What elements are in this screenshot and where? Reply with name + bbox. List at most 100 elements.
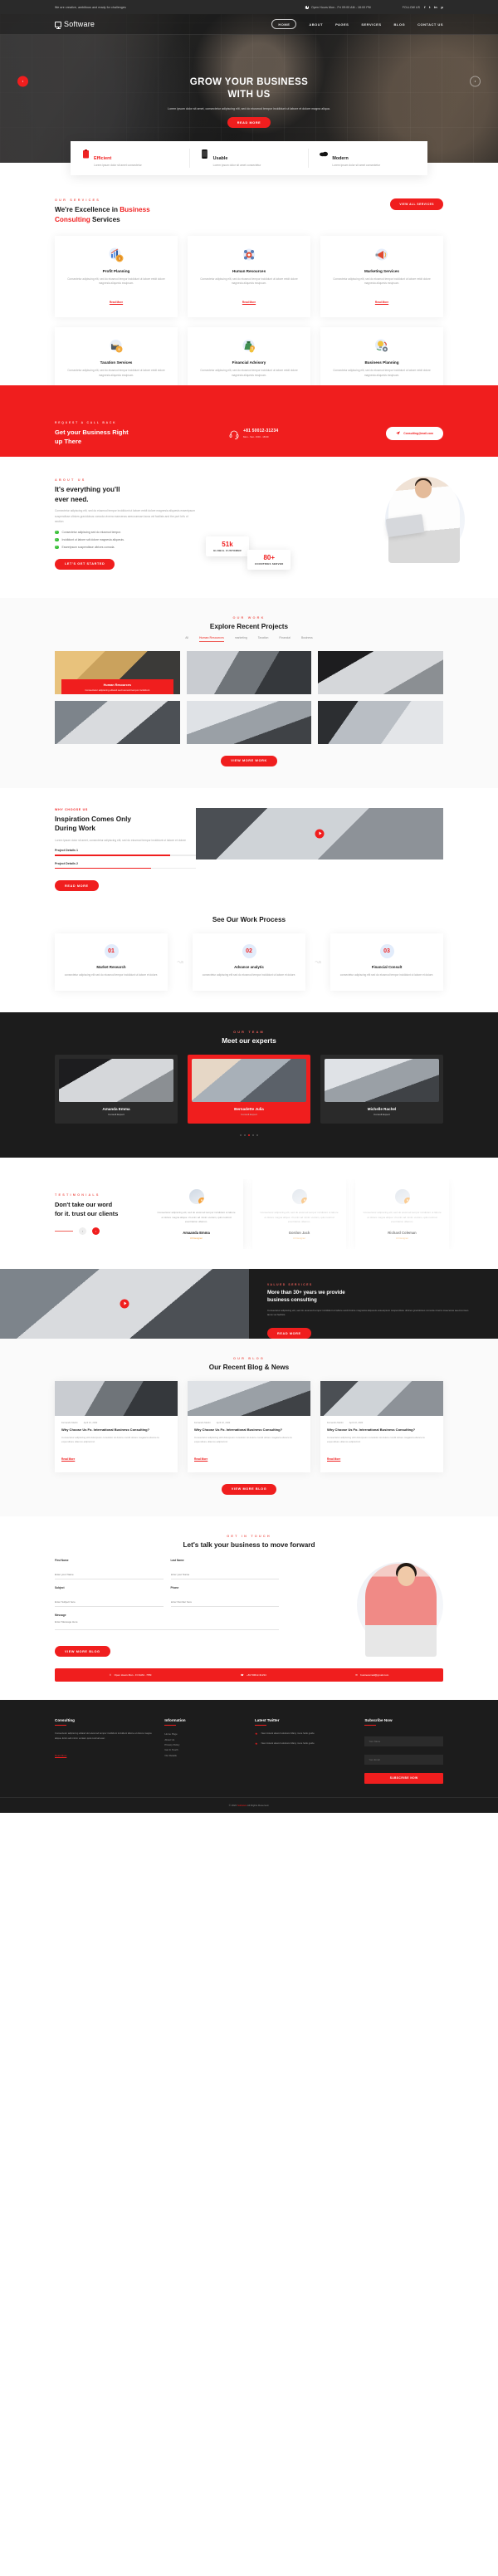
work-item[interactable]	[186, 650, 312, 694]
contact-hours-text: Open Hours Mon - Fri 9AM - 7PM	[114, 1673, 152, 1677]
testimonial-card[interactable]: ” Consectetur adipiscing elit, sed do ei…	[149, 1179, 243, 1249]
work-item-caption: Human Resources Consectetur adipiscing e…	[61, 678, 173, 694]
first-name-input[interactable]	[55, 1572, 164, 1579]
footer-link-details[interactable]: Our Details	[164, 1753, 243, 1758]
process-card[interactable]: 01 Market Research consectetur adipiscin…	[55, 933, 168, 992]
clock-icon	[305, 5, 310, 9]
blog-card[interactable]: Fernando Martin April 10, 2022 Why Choos…	[55, 1380, 178, 1472]
subscribe-button[interactable]: SUBSCRIBE NOW	[364, 1772, 443, 1784]
subject-input[interactable]	[55, 1599, 164, 1607]
nav-item-blog[interactable]: BLOG	[394, 22, 406, 27]
process-card-desc: consectetur adipiscing elit sed do eiusm…	[64, 973, 159, 977]
footer-read-more-link[interactable]: Read More	[55, 1754, 66, 1757]
view-more-blog-button[interactable]: VIEW MORE BLOG	[221, 1483, 277, 1495]
play-icon[interactable]	[315, 829, 325, 839]
service-card[interactable]: Human Resources Consectetur adipiscing e…	[188, 235, 310, 317]
feature-modern[interactable]: Modern Lorem ipsum dolor sit amet consec…	[308, 149, 427, 169]
filter-marketing[interactable]: marketing	[235, 636, 247, 642]
blog-read-more-link[interactable]: Read More	[61, 1457, 75, 1461]
documents-coin-icon: $	[108, 338, 124, 355]
pinterest-icon[interactable]: p	[441, 5, 443, 9]
testimonials-prev-button[interactable]: ‹	[79, 1227, 86, 1236]
carousel-dot[interactable]	[252, 1134, 254, 1137]
team-card[interactable]: Amanda Emma Consult Expert	[55, 1055, 178, 1124]
filter-all[interactable]: All	[185, 636, 188, 642]
subscribe-email-input[interactable]	[364, 1755, 443, 1765]
work-section: OUR WORK Explore Recent Projects All Hum…	[0, 598, 498, 788]
team-photo	[325, 1059, 439, 1103]
nav-item-about[interactable]: ABOUT	[309, 22, 323, 27]
hero-read-more-button[interactable]: READ MORE	[227, 117, 271, 129]
hero-next-button[interactable]: ›	[470, 76, 481, 87]
filter-taxation[interactable]: Taxation	[258, 636, 269, 642]
contact-email[interactable]: ✉ businessmail@gmail.com	[355, 1673, 388, 1677]
carousel-dot-active[interactable]	[248, 1134, 250, 1137]
facebook-icon[interactable]: f	[424, 5, 425, 9]
blog-read-more-link[interactable]: Read More	[194, 1457, 208, 1461]
process-card[interactable]: 02 Advance analytic consectetur adipisci…	[193, 933, 305, 992]
service-card[interactable]: $ Profit Planning Consectetur adipiscing…	[55, 235, 178, 317]
about-get-started-button[interactable]: LET'S GET STARTED	[55, 558, 115, 570]
nav-item-contact-us[interactable]: CONTACT US	[417, 22, 443, 27]
filter-financial[interactable]: Financial	[279, 636, 290, 642]
blog-read-more-link[interactable]: Read More	[327, 1457, 340, 1461]
service-read-more-link[interactable]: Read More	[242, 301, 256, 304]
footer-col-twitter: Latest Twitter ★ New instant attend solu…	[255, 1718, 353, 1784]
site-logo[interactable]: Software	[55, 20, 95, 29]
carousel-dot[interactable]	[244, 1134, 246, 1137]
valued-read-more-button[interactable]: READ MORE	[267, 1328, 311, 1339]
service-card[interactable]: Marketing Services Consectetur adipiscin…	[320, 235, 443, 317]
feature-efficient[interactable]: Efficient Lorem ipsum dolor sit amet con…	[71, 149, 189, 168]
team-eyebrow: OUR TEAM	[233, 1031, 265, 1035]
process-card[interactable]: 03 Financial Consult consectetur adipisc…	[330, 933, 443, 992]
callback-phone-block[interactable]: +81 50012-31234 Mon - Sat - 9:00 - 18:00	[229, 429, 279, 439]
last-name-input[interactable]	[170, 1572, 279, 1579]
service-read-more-link[interactable]: Read More	[375, 301, 388, 304]
work-item[interactable]	[186, 700, 312, 744]
hero-prev-button[interactable]: ‹	[17, 76, 28, 87]
work-item[interactable]	[318, 650, 443, 694]
contact-phone[interactable]: ☎ +81 50012-31234	[241, 1673, 266, 1677]
quote-icon: ”	[403, 1197, 410, 1205]
contact-submit-button[interactable]: VIEW MORE BLOG	[55, 1646, 110, 1658]
callback-phone: +81 50012-31234	[243, 429, 279, 434]
blog-section: OUR BLOG Our Recent Blog & News Fernando…	[0, 1338, 498, 1516]
subscribe-name-input[interactable]	[364, 1736, 443, 1747]
view-all-services-button[interactable]: VIEW ALL SERVICES	[390, 198, 443, 211]
hero-subtitle: Lorem ipsum dolor sit amet, consectetur …	[168, 106, 330, 110]
feature-usable[interactable]: Usable Lorem ipsum dolor sit amet consec…	[188, 149, 309, 169]
linkedin-icon[interactable]: in	[434, 5, 437, 9]
service-read-more-link[interactable]: Read More	[110, 301, 123, 304]
work-item[interactable]	[55, 700, 180, 744]
footer-paragraph: Consectetur adipiscing elitasd dol eiusm…	[55, 1731, 152, 1740]
view-more-work-button[interactable]: VIEW MORE WORK	[221, 755, 277, 766]
carousel-dot[interactable]	[256, 1134, 258, 1137]
nav-item-services[interactable]: SERVICES	[361, 22, 381, 27]
work-eyebrow: OUR WORK	[232, 616, 266, 620]
filter-human-resources[interactable]: Human Resources	[199, 636, 224, 642]
footer-col-consulting: Consulting Consectetur adipiscing elitas…	[55, 1718, 153, 1784]
testimonials-next-button[interactable]: ›	[92, 1227, 100, 1236]
blog-card[interactable]: Fernando Martin April 10, 2022 Why Choos…	[188, 1380, 310, 1472]
tweet-item[interactable]: ★ New instant attend solutions Many more…	[255, 1731, 353, 1736]
blog-card[interactable]: Fernando Martin April 10, 2022 Why Choos…	[320, 1380, 443, 1472]
contact-row-2: Subject Phone	[55, 1586, 279, 1607]
play-icon[interactable]	[120, 1299, 129, 1309]
carousel-dot[interactable]	[240, 1134, 242, 1137]
callback-email-button[interactable]: Consulting@mail.com	[386, 427, 443, 441]
why-read-more-button[interactable]: READ MORE	[55, 880, 99, 892]
work-item[interactable]: Human Resources Consectetur adipiscing e…	[55, 650, 180, 694]
testimonial-card[interactable]: ” Consectetur adipiscing elit, sed do ei…	[252, 1179, 346, 1249]
tweet-item[interactable]: ★ New instant attend solutions Many more…	[255, 1741, 353, 1746]
nav-item-pages[interactable]: PAGES	[335, 22, 349, 27]
nav-item-home[interactable]: HOME	[271, 19, 297, 29]
twitter-icon[interactable]: t	[429, 5, 430, 9]
work-item[interactable]	[318, 700, 443, 744]
feature-modern-desc: Lorem ipsum dolor sit amet consectetur	[332, 164, 381, 167]
team-card[interactable]: Michelle Rachel Consult Expert	[320, 1055, 443, 1124]
phone-input[interactable]	[170, 1599, 279, 1607]
testimonial-card[interactable]: ” Consectetur adipiscing elit, sed do ei…	[355, 1179, 449, 1249]
team-card[interactable]: Bernadette Julia Consult Expert	[188, 1055, 310, 1124]
message-input[interactable]	[55, 1619, 279, 1630]
filter-business[interactable]: Business	[301, 636, 313, 642]
